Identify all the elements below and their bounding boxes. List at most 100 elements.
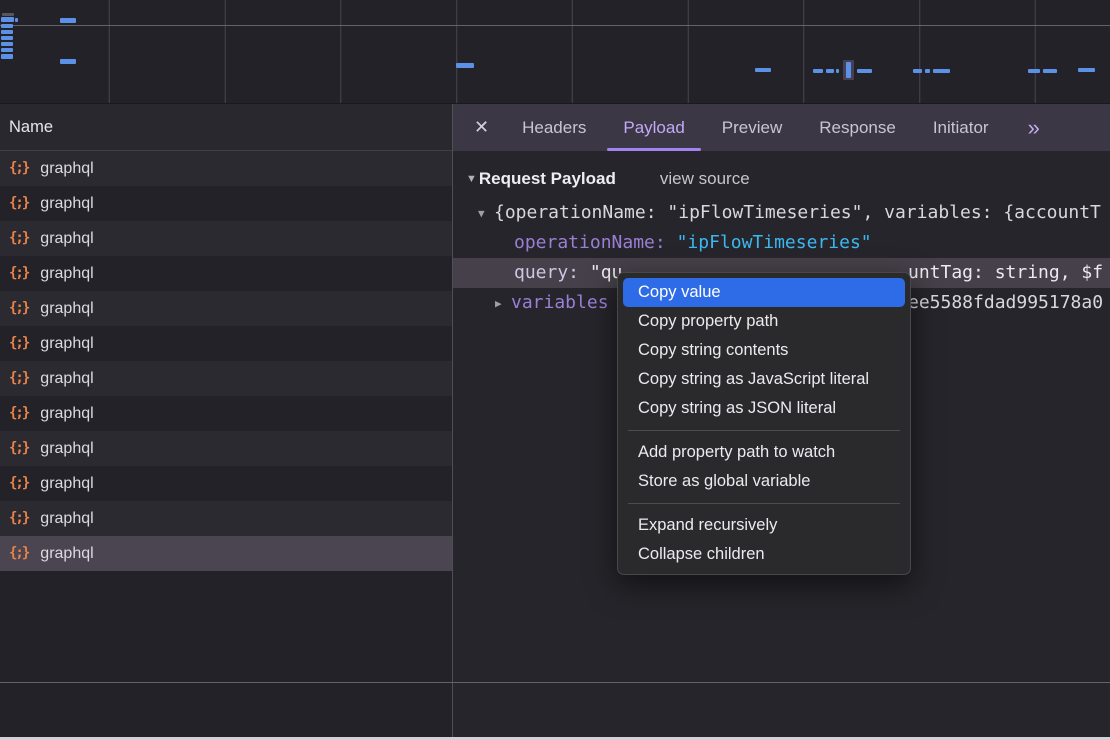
- request-timing-bar: [1, 24, 13, 28]
- request-timing-bar: [1, 54, 13, 59]
- json-braces-icon: {;}: [9, 475, 28, 491]
- json-braces-icon: {;}: [9, 335, 28, 351]
- request-timing-bar: [933, 69, 950, 73]
- request-timing-bar: [1, 30, 13, 34]
- request-timing-bar: [1043, 69, 1057, 73]
- request-timing-bar: [1, 36, 13, 40]
- request-timing-bar: [755, 68, 771, 72]
- request-timing-bar: [857, 69, 872, 73]
- request-name: graphql: [40, 475, 93, 493]
- section-title: Request Payload: [479, 169, 616, 189]
- menu-item-copy-string-json-literal[interactable]: Copy string as JSON literal: [618, 394, 910, 423]
- overview-bars: [0, 0, 1110, 103]
- request-timing-bar: [60, 59, 76, 64]
- request-timing-bar: [456, 63, 474, 68]
- details-tab-bar: ✕ Headers Payload Preview Response Initi…: [453, 104, 1110, 151]
- request-name: graphql: [40, 510, 93, 528]
- request-timing-bar: [1, 42, 13, 46]
- footer-divider: [0, 682, 1110, 683]
- tab-headers[interactable]: Headers: [522, 104, 586, 151]
- property-key: variables: [511, 292, 609, 313]
- request-timing-bar: [1078, 68, 1095, 72]
- view-source-link[interactable]: view source: [660, 169, 750, 189]
- request-name: graphql: [40, 195, 93, 213]
- menu-separator: [628, 503, 900, 504]
- json-braces-icon: {;}: [9, 545, 28, 561]
- request-list: {;} graphql {;} graphql {;} graphql {;} grap…: [0, 151, 452, 571]
- context-menu: Copy value Copy property path Copy strin…: [617, 272, 911, 575]
- json-braces-icon: {;}: [9, 195, 28, 211]
- request-timing-bar: [60, 18, 76, 23]
- menu-item-store-as-global-variable[interactable]: Store as global variable: [618, 467, 910, 496]
- json-braces-icon: {;}: [9, 230, 28, 246]
- menu-item-collapse-children[interactable]: Collapse children: [618, 540, 910, 569]
- root-object-preview: {operationName: "ipFlowTimeseries", vari…: [494, 202, 1101, 223]
- request-name: graphql: [40, 230, 93, 248]
- request-row[interactable]: {;} graphql: [0, 361, 452, 396]
- json-braces-icon: {;}: [9, 370, 28, 386]
- tab-preview[interactable]: Preview: [722, 104, 782, 151]
- request-row[interactable]: {;} graphql: [0, 431, 452, 466]
- json-braces-icon: {;}: [9, 440, 28, 456]
- request-timing-bar: [15, 18, 18, 22]
- close-icon[interactable]: ✕: [474, 117, 489, 138]
- request-row-selected[interactable]: {;} graphql: [0, 536, 452, 571]
- menu-item-add-property-path-to-watch[interactable]: Add property path to watch: [618, 438, 910, 467]
- request-row[interactable]: {;} graphql: [0, 186, 452, 221]
- request-row[interactable]: {;} graphql: [0, 221, 452, 256]
- expand-triangle-icon[interactable]: ▶: [495, 289, 511, 318]
- request-row[interactable]: {;} graphql: [0, 466, 452, 501]
- request-timing-bar: [1, 17, 14, 22]
- name-column-label: Name: [9, 118, 53, 137]
- request-name: graphql: [40, 545, 93, 563]
- json-braces-icon: {;}: [9, 405, 28, 421]
- request-row[interactable]: {;}graphql: [0, 151, 452, 186]
- json-braces-icon: {;}: [9, 300, 28, 316]
- property-preview-right: ee5588fdad995178a0: [908, 288, 1103, 318]
- request-name: graphql: [40, 370, 93, 388]
- request-timing-bar: [1028, 69, 1040, 73]
- menu-item-copy-string-contents[interactable]: Copy string contents: [618, 336, 910, 365]
- collapse-triangle-icon[interactable]: ▼: [478, 199, 494, 228]
- menu-item-copy-property-path[interactable]: Copy property path: [618, 307, 910, 336]
- tree-row-operation-name[interactable]: operationName: "ipFlowTimeseries": [453, 228, 1110, 258]
- request-name: graphql: [40, 160, 93, 178]
- request-timing-bar: [836, 69, 839, 73]
- property-value-right: untTag: string, $f: [908, 258, 1103, 288]
- tab-initiator[interactable]: Initiator: [933, 104, 989, 151]
- request-name: graphql: [40, 300, 93, 318]
- request-name: graphql: [40, 440, 93, 458]
- devtools-network-panel: Name {;} graphql {;} graphql {;} graphql {;…: [0, 0, 1110, 740]
- json-braces-icon: {;}: [9, 265, 28, 281]
- request-name: graphql: [40, 335, 93, 353]
- property-key: query:: [514, 262, 579, 283]
- request-row[interactable]: {;} graphql: [0, 326, 452, 361]
- request-row[interactable]: {;} graphql: [0, 256, 452, 291]
- property-value: "ipFlowTimeseries": [677, 232, 872, 253]
- request-row[interactable]: {;} graphql: [0, 396, 452, 431]
- request-timing-bar: [846, 62, 851, 78]
- request-payload-section-header[interactable]: ▼ Request Payload view source: [453, 164, 1110, 194]
- request-name: graphql: [40, 265, 93, 283]
- request-timing-bar: [826, 69, 834, 73]
- collapse-triangle-icon[interactable]: ▼: [466, 173, 477, 185]
- request-timing-bar: [813, 69, 823, 73]
- network-overview-timeline[interactable]: [0, 0, 1110, 104]
- menu-item-copy-value[interactable]: Copy value: [623, 278, 905, 307]
- request-name: graphql: [40, 405, 93, 423]
- request-timing-bar: [1, 48, 13, 52]
- menu-item-expand-recursively[interactable]: Expand recursively: [618, 511, 910, 540]
- request-row[interactable]: {;} graphql: [0, 291, 452, 326]
- json-braces-icon: {;}: [9, 510, 28, 526]
- tree-row-root[interactable]: ▼{operationName: "ipFlowTimeseries", var…: [453, 198, 1110, 228]
- menu-separator: [628, 430, 900, 431]
- tab-payload[interactable]: Payload: [623, 104, 684, 151]
- requests-panel: Name {;} graphql {;} graphql {;} graphql {;…: [0, 104, 452, 737]
- name-column-header[interactable]: Name: [0, 104, 452, 151]
- request-row[interactable]: {;} graphql: [0, 501, 452, 536]
- more-tabs-icon[interactable]: »: [1028, 117, 1040, 139]
- request-timing-bar: [925, 69, 930, 73]
- tab-response[interactable]: Response: [819, 104, 896, 151]
- property-key: operationName:: [514, 232, 666, 253]
- menu-item-copy-string-js-literal[interactable]: Copy string as JavaScript literal: [618, 365, 910, 394]
